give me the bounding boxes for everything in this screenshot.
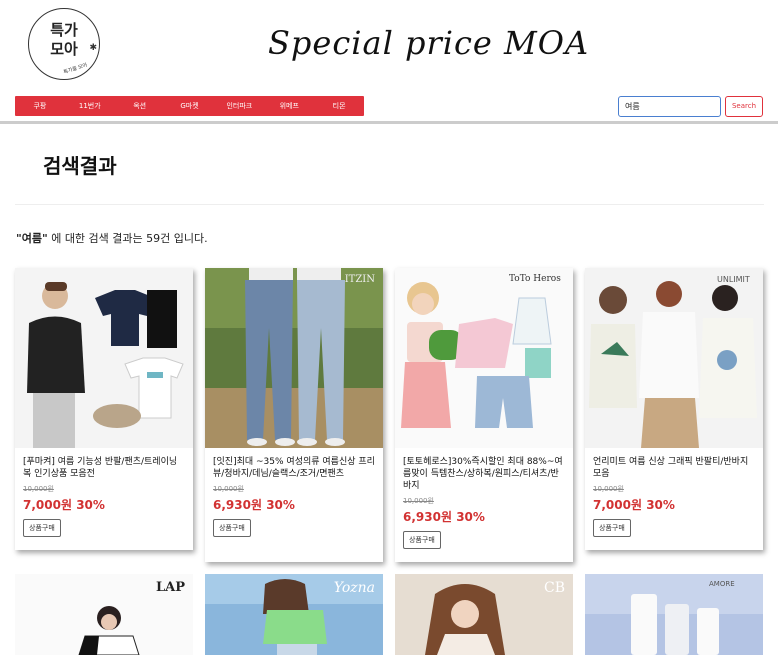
result-text: 에 대한 검색 결과는 59건 입니다. [47,232,208,245]
product-card[interactable]: LAP [15,574,193,655]
nav-item-tmon[interactable]: 티몬 [314,96,364,116]
product-image-art: AMORE [585,574,763,655]
price-row: 7,000원 30% [23,496,185,513]
product-card[interactable]: ITZIN [잇진]최대 ~35% 여성의류 여름신상 프리뷰/청바지/데님/슬… [205,268,383,562]
sale-price: 6,930원 [213,498,262,512]
logo-line-1: 특가 [50,21,78,39]
buy-button[interactable]: 상품구매 [593,519,631,537]
product-image[interactable]: CB [395,574,573,655]
product-image-art: ToTo Heros [395,268,573,448]
product-image-art [15,268,193,448]
product-card[interactable]: [푸마켜] 여름 기능성 반팔/팬츠/트레이닝복 인기상품 모음전 10,000… [15,268,193,550]
product-title[interactable]: [잇진]최대 ~35% 여성의류 여름신상 프리뷰/청바지/데님/슬랙스/조거/… [213,456,375,480]
navbar: 쿠팡 11번가 옥션 G마켓 인터파크 위메프 티몬 Search [0,92,778,124]
product-title[interactable]: [푸마켜] 여름 기능성 반팔/팬츠/트레이닝복 인기상품 모음전 [23,456,185,480]
product-image[interactable]: LAP [15,574,193,655]
original-price: 10,000원 [23,485,54,493]
product-card[interactable]: Yozna [205,574,383,655]
sale-price: 6,930원 [403,510,452,524]
brand-mark: CB [544,580,565,596]
svg-text:UNLIMIT: UNLIMIT [717,275,750,284]
price-row: 7,000원 30% [593,496,755,513]
logo-text: 특가 모아 [29,21,99,59]
original-price: 10,000원 [593,485,624,493]
product-card[interactable]: CB [395,574,573,655]
price-row: 6,930원 30% [403,508,565,525]
brand-title: Special price MOA [268,24,590,62]
logo[interactable]: 특가 모아 ✱ 특가를 모아 [28,8,100,80]
card-body: [토토헤로스]30%즉시할인 최대 88%~여름맞이 득템찬스/상하복/원피스/… [395,448,573,559]
sale-price: 7,000원 [593,498,642,512]
nav-item-wemakeprice[interactable]: 위메프 [264,96,314,116]
card-body: 언리미트 여름 신상 그래픽 반팔티/반바지 모음 10,000원 7,000원… [585,448,763,547]
nav-item-11st[interactable]: 11번가 [65,96,115,116]
brand-mark: Yozna [333,580,375,596]
nav-menu: 쿠팡 11번가 옥션 G마켓 인터파크 위메프 티몬 [15,96,364,116]
brand-mark: LAP [155,580,185,595]
logo-subtext: 특가를 모아 [62,62,89,76]
search-button[interactable]: Search [725,96,763,117]
logo-star-icon: ✱ [89,43,97,53]
product-image-art [205,268,383,448]
discount-rate: 30% [646,498,675,512]
product-title[interactable]: [토토헤로스]30%즉시할인 최대 88%~여름맞이 득템찬스/상하복/원피스/… [403,456,565,492]
sale-price: 7,000원 [23,498,72,512]
product-image-art: UNLIMIT [585,268,763,448]
result-summary: "여름" 에 대한 검색 결과는 59건 입니다. [16,230,208,246]
nav-item-gmarket[interactable]: G마켓 [165,96,215,116]
product-image[interactable]: ITZIN [205,268,383,448]
price-row: 6,930원 30% [213,496,375,513]
product-image[interactable]: AMORE [585,574,763,655]
header: 특가 모아 ✱ 특가를 모아 Special price MOA [0,0,778,92]
search-input[interactable] [618,96,721,117]
product-card[interactable]: UNLIMIT 언리미트 여름 신상 그래픽 반팔티/반바지 모음 10,000… [585,268,763,550]
product-card[interactable]: AMORE [585,574,763,655]
brand-mark: ITZIN [344,274,375,285]
discount-rate: 30% [76,498,105,512]
svg-text:ToTo Heros: ToTo Heros [509,274,561,284]
result-keyword: "여름" [16,232,48,245]
nav-item-auction[interactable]: 옥션 [115,96,165,116]
product-title[interactable]: 언리미트 여름 신상 그래픽 반팔티/반바지 모음 [593,456,755,480]
card-body: [잇진]최대 ~35% 여성의류 여름신상 프리뷰/청바지/데님/슬랙스/조거/… [205,448,383,547]
original-price: 10,000원 [213,485,244,493]
page-title: 검색결과 [43,154,117,178]
product-image[interactable]: Yozna [205,574,383,655]
nav-item-coupang[interactable]: 쿠팡 [15,96,65,116]
svg-text:AMORE: AMORE [709,580,735,588]
discount-rate: 30% [266,498,295,512]
product-image[interactable]: ToTo Heros [395,268,573,448]
buy-button[interactable]: 상품구매 [213,519,251,537]
product-image[interactable]: UNLIMIT [585,268,763,448]
product-image[interactable] [15,268,193,448]
discount-rate: 30% [456,510,485,524]
product-card[interactable]: ToTo Heros [토토헤로스]30%즉시할인 최대 88%~여름맞이 득템… [395,268,573,562]
nav-item-interpark[interactable]: 인터파크 [214,96,264,116]
card-body: [푸마켜] 여름 기능성 반팔/팬츠/트레이닝복 인기상품 모음전 10,000… [15,448,193,547]
original-price: 10,000원 [403,497,434,505]
buy-button[interactable]: 상품구매 [23,519,61,537]
buy-button[interactable]: 상품구매 [403,531,441,549]
divider [15,204,764,205]
